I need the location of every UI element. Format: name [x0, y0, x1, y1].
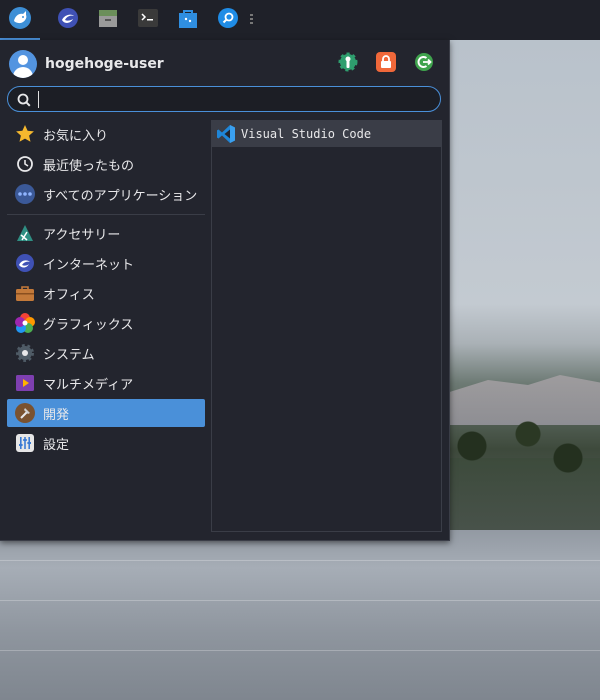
- category-office[interactable]: オフィス: [7, 279, 205, 307]
- terminal-icon: [137, 7, 159, 33]
- web-browser-launcher[interactable]: [52, 4, 84, 36]
- category-settings[interactable]: 設定: [7, 429, 205, 457]
- category-label: すべてのアプリケーション: [43, 188, 198, 204]
- category-multimedia[interactable]: マルチメディア: [7, 369, 205, 397]
- xfce-mouse-logo-icon: [8, 6, 32, 34]
- application-list: Visual Studio Code: [211, 120, 442, 532]
- category-label: 開発: [43, 407, 70, 423]
- lock-screen-button[interactable]: [375, 52, 397, 76]
- category-system[interactable]: システム: [7, 339, 205, 367]
- clock-icon: [15, 154, 35, 174]
- briefcase-icon: [15, 283, 35, 303]
- wallpaper-water-ripple: [0, 600, 600, 601]
- settings-manager-button[interactable]: [337, 52, 359, 76]
- wallpaper-palm-trees: [440, 410, 600, 530]
- category-label: 設定: [43, 437, 70, 453]
- system-gear-icon: [15, 343, 35, 363]
- user-header: hogehoge-user: [0, 40, 449, 88]
- category-graphics[interactable]: グラフィックス: [7, 309, 205, 337]
- app-finder-launcher[interactable]: [212, 4, 244, 36]
- application-menu: hogehoge-user お気に入り 最近使ったもの すべてのアプリケーション…: [0, 40, 450, 541]
- category-favorites[interactable]: お気に入り: [7, 120, 205, 148]
- file-cabinet-icon: [97, 7, 119, 33]
- category-accessories[interactable]: アクセサリー: [7, 219, 205, 247]
- file-manager-launcher[interactable]: [92, 4, 124, 36]
- star-icon: [15, 124, 35, 144]
- category-all-applications[interactable]: すべてのアプリケーション: [7, 180, 205, 208]
- internet-icon: [15, 253, 35, 273]
- category-label: 最近使ったもの: [43, 158, 135, 174]
- lock-icon: [376, 52, 396, 76]
- wallpaper-water-ripple: [0, 650, 600, 651]
- multimedia-icon: [15, 373, 35, 393]
- terminal-launcher[interactable]: [132, 4, 164, 36]
- app-label: Visual Studio Code: [241, 127, 372, 141]
- wallpaper-water-ripple: [0, 560, 600, 561]
- category-label: アクセサリー: [43, 227, 121, 243]
- category-internet[interactable]: インターネット: [7, 249, 205, 277]
- search-input[interactable]: [42, 89, 436, 111]
- whisker-menu-button[interactable]: [4, 4, 36, 36]
- vscode-icon: [216, 124, 236, 144]
- search-icon: [17, 92, 31, 107]
- category-label: インターネット: [43, 257, 135, 273]
- settings-sliders-icon: [15, 433, 35, 453]
- graphics-icon: [15, 313, 35, 333]
- settings-gear-icon: [338, 52, 358, 76]
- category-label: オフィス: [43, 287, 95, 303]
- logout-icon: [414, 52, 434, 76]
- magnifier-icon: [217, 7, 239, 33]
- accessories-icon: [15, 223, 35, 243]
- dots-icon: [15, 184, 35, 204]
- hammer-icon: [15, 403, 35, 423]
- category-label: グラフィックス: [43, 317, 134, 333]
- taskbar: [0, 0, 600, 40]
- username-label: hogehoge-user: [45, 56, 164, 72]
- logout-button[interactable]: [413, 53, 435, 75]
- store-bag-icon: [177, 7, 199, 33]
- category-development[interactable]: 開発: [7, 399, 205, 427]
- category-divider: [7, 214, 205, 215]
- browser-icon: [57, 7, 79, 33]
- avatar: [9, 50, 37, 78]
- text-caret: [38, 91, 39, 108]
- category-label: お気に入り: [43, 128, 109, 144]
- app-item-vscode[interactable]: Visual Studio Code: [212, 121, 441, 147]
- software-store-launcher[interactable]: [172, 4, 204, 36]
- category-label: システム: [43, 347, 95, 363]
- search-box[interactable]: [7, 86, 441, 112]
- category-recent[interactable]: 最近使ったもの: [7, 150, 205, 178]
- panel-drag-handle[interactable]: [250, 14, 253, 26]
- category-label: マルチメディア: [43, 377, 134, 393]
